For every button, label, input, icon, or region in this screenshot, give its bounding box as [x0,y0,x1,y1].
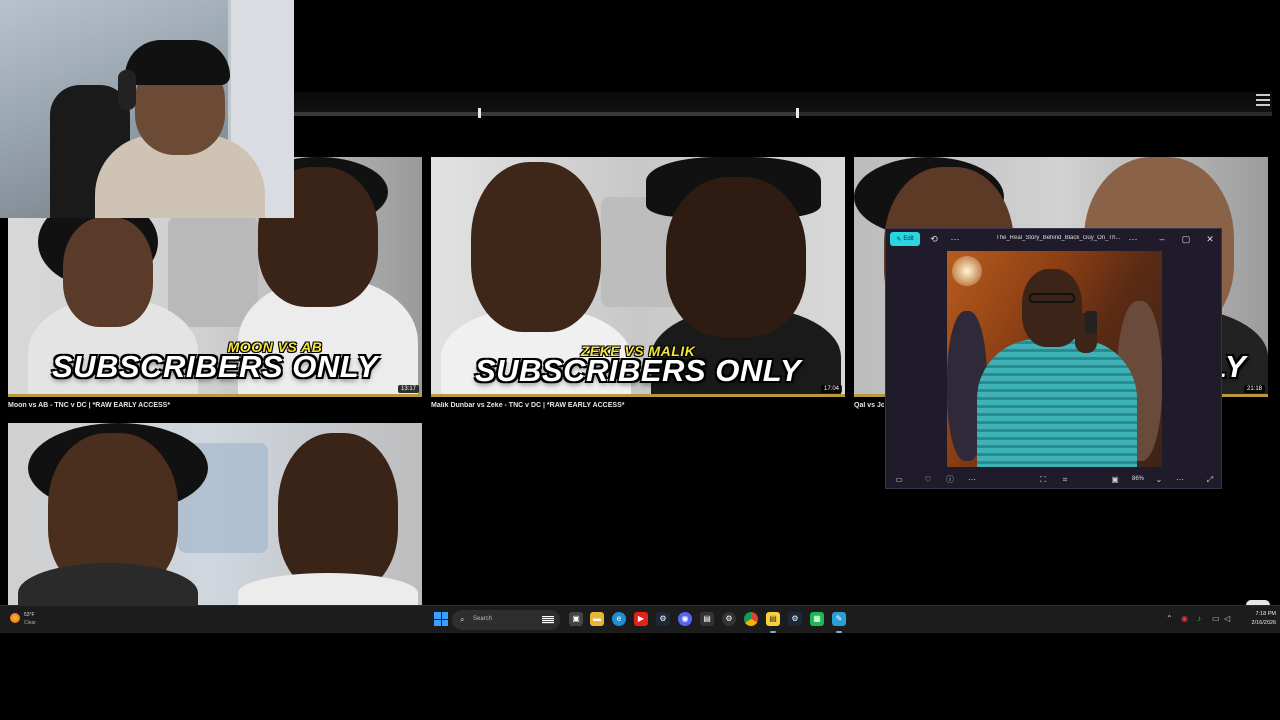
video-title[interactable]: Moon vs AB - TNC v DC | *RAW EARLY ACCES… [8,402,422,409]
fullscreen-select-icon[interactable]: ⌗ [1059,474,1071,486]
weather-temp: 53°F [24,612,35,618]
app-icon[interactable]: ▤ [700,612,714,626]
maximize-icon[interactable]: ▢ [1180,233,1192,245]
hamburger-menu-icon[interactable] [1256,94,1270,106]
progress-line [431,394,845,397]
zoom-level[interactable]: 86% [1132,476,1144,482]
filmstrip-icon[interactable]: ▭ [893,474,905,486]
more-options-icon[interactable]: ⋯ [966,474,978,486]
windows-taskbar: 53°F Clear ⌕ Search ▣ ▬ e ▶ ⚙ ◉ ▤ ⚙ ▤ ⚙ … [0,605,1280,633]
tray-mic-icon[interactable]: ♪ [1197,614,1201,623]
spotify-icon[interactable]: ▦ [810,612,824,626]
video-duration: 17:04 [820,385,842,393]
taskbar-clock[interactable]: 7:18 PM 2/16/2026 [1236,610,1276,628]
video-duration: 21:18 [1243,385,1265,393]
info-icon[interactable]: ⓘ [944,474,956,486]
banner-subscribers-only: SUBSCRIBERS ONLY [51,349,379,384]
screenshot-icon[interactable]: ▣ [1109,474,1121,486]
tray-chevron-icon[interactable]: ⌃ [1166,614,1173,623]
viewer-toolbar: ▭ ♡ ⓘ ⋯ ⛶ ⌗ ▣ 86% ⌄ ⋯ ⤢ [886,470,1221,490]
discord-icon[interactable]: ◉ [678,612,692,626]
desktop-screen: MOON VS AB SUBSCRIBERS ONLY 13:17 Moon v… [0,0,1280,633]
sticky-notes-icon[interactable]: ▤ [766,612,780,626]
viewer-titlebar: ✎ Edit ⟲ ⋯ The_Real_Story_Behind_Black_G… [886,229,1221,249]
taskbar-search[interactable]: ⌕ Search [452,610,560,630]
chrome-icon[interactable] [744,612,758,626]
search-placeholder: Search [473,616,493,622]
edit-pencil-icon: ✎ [896,236,902,243]
more-icon[interactable]: ⋯ [949,233,961,245]
more-icon[interactable]: ⋯ [1174,474,1186,486]
tray-app-icon[interactable]: ◉ [1181,614,1188,623]
photos-viewer-window[interactable]: ✎ Edit ⟲ ⋯ The_Real_Story_Behind_Black_G… [885,228,1222,489]
edit-label: Edit [903,236,914,242]
steam2-icon[interactable]: ⚙ [788,612,802,626]
youtube-icon[interactable]: ▶ [634,612,648,626]
zoom-dropdown-icon[interactable]: ⌄ [1153,474,1165,486]
progress-line [8,394,422,397]
clock-date: 2/16/2026 [1251,620,1276,626]
minimize-icon[interactable]: – [1156,233,1168,245]
video-card-4[interactable] [8,423,422,605]
favorite-icon[interactable]: ♡ [922,474,934,486]
webcam-overlay [0,0,294,218]
thumbnail [8,423,422,605]
steam-icon[interactable]: ⚙ [656,612,670,626]
seek-marker-2[interactable] [796,108,799,118]
windows-start-icon[interactable] [434,612,448,626]
rotate-icon[interactable]: ⟲ [928,233,940,245]
weather-condition: Clear [24,620,36,626]
edge-icon[interactable]: e [612,612,626,626]
display-icon[interactable]: ▭ [1212,614,1220,623]
paint-icon[interactable]: ✎ [832,612,846,626]
search-icon: ⌕ [460,615,465,624]
fit-icon[interactable]: ⛶ [1037,474,1049,486]
window-more-icon[interactable]: ⋯ [1127,233,1139,245]
video-title[interactable]: Malik Dunbar vs Zeke - TNC v DC | *RAW E… [431,402,845,409]
settings-icon[interactable]: ⚙ [722,612,736,626]
video-title[interactable]: Qal vs Jon [854,402,884,409]
task-view-icon[interactable]: ▣ [569,612,583,626]
expand-icon[interactable]: ⤢ [1204,474,1216,486]
volume-icon[interactable]: ◁ [1224,614,1230,623]
video-card-zeke-vs-malik[interactable]: ZEKE VS MALIK SUBSCRIBERS ONLY 17:04 [431,157,845,397]
seek-marker[interactable] [478,108,481,118]
viewer-file-title: The_Real_Story_Behind_Black_Guy_On_Th... [996,235,1121,241]
viewer-photo [947,251,1162,467]
weather-icon [10,613,20,623]
close-icon[interactable]: ✕ [1204,233,1216,245]
seek-bar[interactable] [294,112,1272,116]
video-duration: 13:17 [397,385,419,393]
clock-time: 7:18 PM [1255,611,1276,617]
edit-button[interactable]: ✎ Edit [890,232,920,246]
video-control-bar [294,92,1272,112]
flag-icon [542,616,554,624]
banner-subscribers-only: SUBSCRIBERS ONLY [474,353,802,388]
weather-widget[interactable]: 53°F Clear [10,610,50,630]
file-explorer-icon[interactable]: ▬ [590,612,604,626]
